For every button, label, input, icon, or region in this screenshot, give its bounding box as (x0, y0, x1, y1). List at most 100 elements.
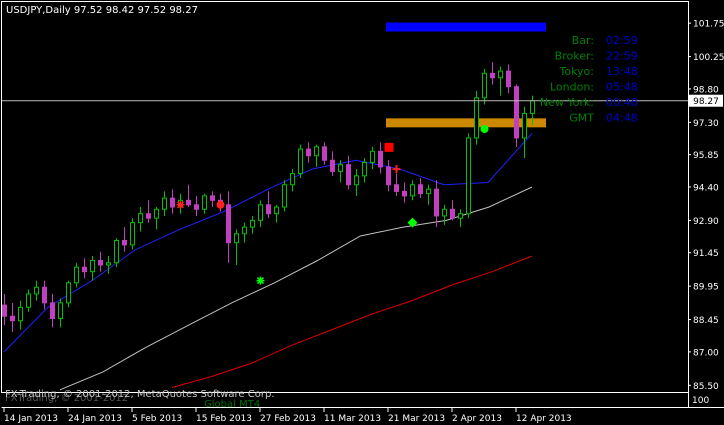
candle-body (490, 72, 495, 79)
candle-body (170, 197, 175, 208)
candle-body (138, 213, 143, 224)
candle-body (306, 148, 311, 157)
candle-body (10, 315, 15, 322)
info-value: 05:48 (606, 81, 638, 94)
candle-body (290, 173, 295, 186)
candle-body (402, 190, 407, 197)
candle-body (498, 70, 503, 79)
candle-body (474, 97, 479, 139)
candle-body (130, 222, 135, 246)
candle-body (18, 306, 23, 322)
candle-body (98, 260, 103, 266)
candle-body (450, 208, 455, 219)
time-tick-label: 21 Mar 2013 (388, 414, 445, 424)
levels-layer (386, 22, 546, 128)
candle-body (58, 302, 63, 319)
candle-body (418, 184, 423, 195)
info-value: 00:48 (606, 96, 638, 109)
candle-body (114, 239, 119, 264)
candle-body (330, 159, 335, 172)
moving-average-line-0 (3, 133, 533, 353)
candle-body (466, 137, 471, 215)
candle-body (362, 161, 367, 177)
info-label: New York: (540, 96, 594, 109)
price-tick-label: 95.85 (693, 151, 719, 161)
candle-body (146, 213, 151, 219)
time-tick-label: 14 Jan 2013 (4, 414, 58, 424)
candle-body (442, 208, 447, 217)
candle-body (106, 262, 111, 266)
candle-body (514, 86, 519, 139)
time-tick-label: 5 Feb 2013 (132, 414, 182, 424)
info-label: Bar: (572, 34, 594, 47)
price-tick-label: 92.90 (693, 217, 719, 227)
info-label: Tokyo: (558, 65, 594, 78)
current-price-label: 98.27 (693, 97, 719, 107)
candle-body (82, 266, 87, 273)
marker-dot (480, 125, 489, 134)
chart-window[interactable]: 101.75 100.25 98.80 97.30 95.85 94.40 92.90 91.… (0, 0, 724, 425)
candle-body (378, 150, 383, 168)
indicator-scale-label: 100 (692, 396, 709, 406)
price-tick-label: 87.00 (693, 348, 719, 358)
info-value: 22:59 (606, 50, 638, 63)
candle-body (434, 188, 439, 217)
info-value: 02:59 (606, 34, 638, 47)
candle-body (338, 164, 343, 172)
marker-square (384, 142, 394, 152)
time-axis-labels: 14 Jan 2013 24 Jan 2013 5 Feb 2013 15 Feb 2… (3, 408, 572, 424)
candle-body (226, 204, 231, 244)
candle-body (210, 195, 215, 201)
moving-average-line-2 (171, 255, 533, 388)
candle-body (42, 286, 47, 304)
candle-body (322, 146, 327, 161)
candle-body (370, 150, 375, 163)
price-tick-label: 89.95 (693, 283, 719, 293)
candle-body (314, 146, 319, 157)
candle-body (162, 197, 167, 210)
info-label: Broker: (555, 50, 594, 63)
session-info-panel: Bar: 02:59 Broker: 22:59 Tokyo: 13:48 London: 0… (540, 34, 638, 125)
candle-body (234, 233, 239, 244)
time-tick-label: 11 Mar 2013 (324, 414, 381, 424)
candle-body (122, 239, 127, 246)
time-tick-label: 24 Jan 2013 (68, 414, 122, 424)
candle-body (410, 184, 415, 197)
marker-asterisk (176, 200, 185, 209)
candle-body (386, 166, 391, 186)
candle-body (74, 266, 79, 284)
candle-body (458, 213, 463, 219)
watermark-text: Global MT4 (204, 399, 260, 410)
price-chart[interactable]: 101.75 100.25 98.80 97.30 95.85 94.40 92.90 91.… (0, 0, 724, 425)
candle-body (346, 164, 351, 186)
candle-body (90, 260, 95, 273)
info-value: 04:48 (606, 112, 638, 125)
candle-body (482, 72, 487, 99)
candle-body (66, 282, 71, 304)
candle-body (2, 304, 7, 317)
moving-averages-layer (3, 133, 533, 391)
price-tick-label: 101.75 (693, 20, 724, 30)
price-axis-labels: 101.75 100.25 98.80 97.30 95.85 94.40 92.90 91.… (688, 20, 724, 392)
candle-body (186, 199, 191, 206)
candle-body (250, 219, 255, 228)
time-tick-label: 2 Apr 2013 (452, 414, 502, 424)
chart-header: USDJPY,Daily 97.52 98.42 97.52 98.27 (6, 5, 198, 16)
time-tick-label: 15 Feb 2013 (196, 414, 252, 424)
candle-body (522, 112, 527, 139)
price-tick-label: 94.40 (693, 183, 719, 193)
price-tick-label: 91.45 (693, 249, 719, 259)
candle-body (194, 204, 199, 210)
info-value: 13:48 (606, 65, 638, 78)
candle-body (154, 208, 159, 219)
candle-body (530, 100, 535, 114)
candles-layer (2, 62, 535, 332)
marker-plus (392, 165, 401, 174)
candle-body (50, 302, 55, 319)
candle-body (258, 204, 263, 221)
candle-body (282, 184, 287, 208)
candle-body (266, 204, 271, 215)
candle-body (34, 286, 39, 295)
time-tick-label: 12 Apr 2013 (516, 414, 572, 424)
candle-body (202, 195, 207, 210)
